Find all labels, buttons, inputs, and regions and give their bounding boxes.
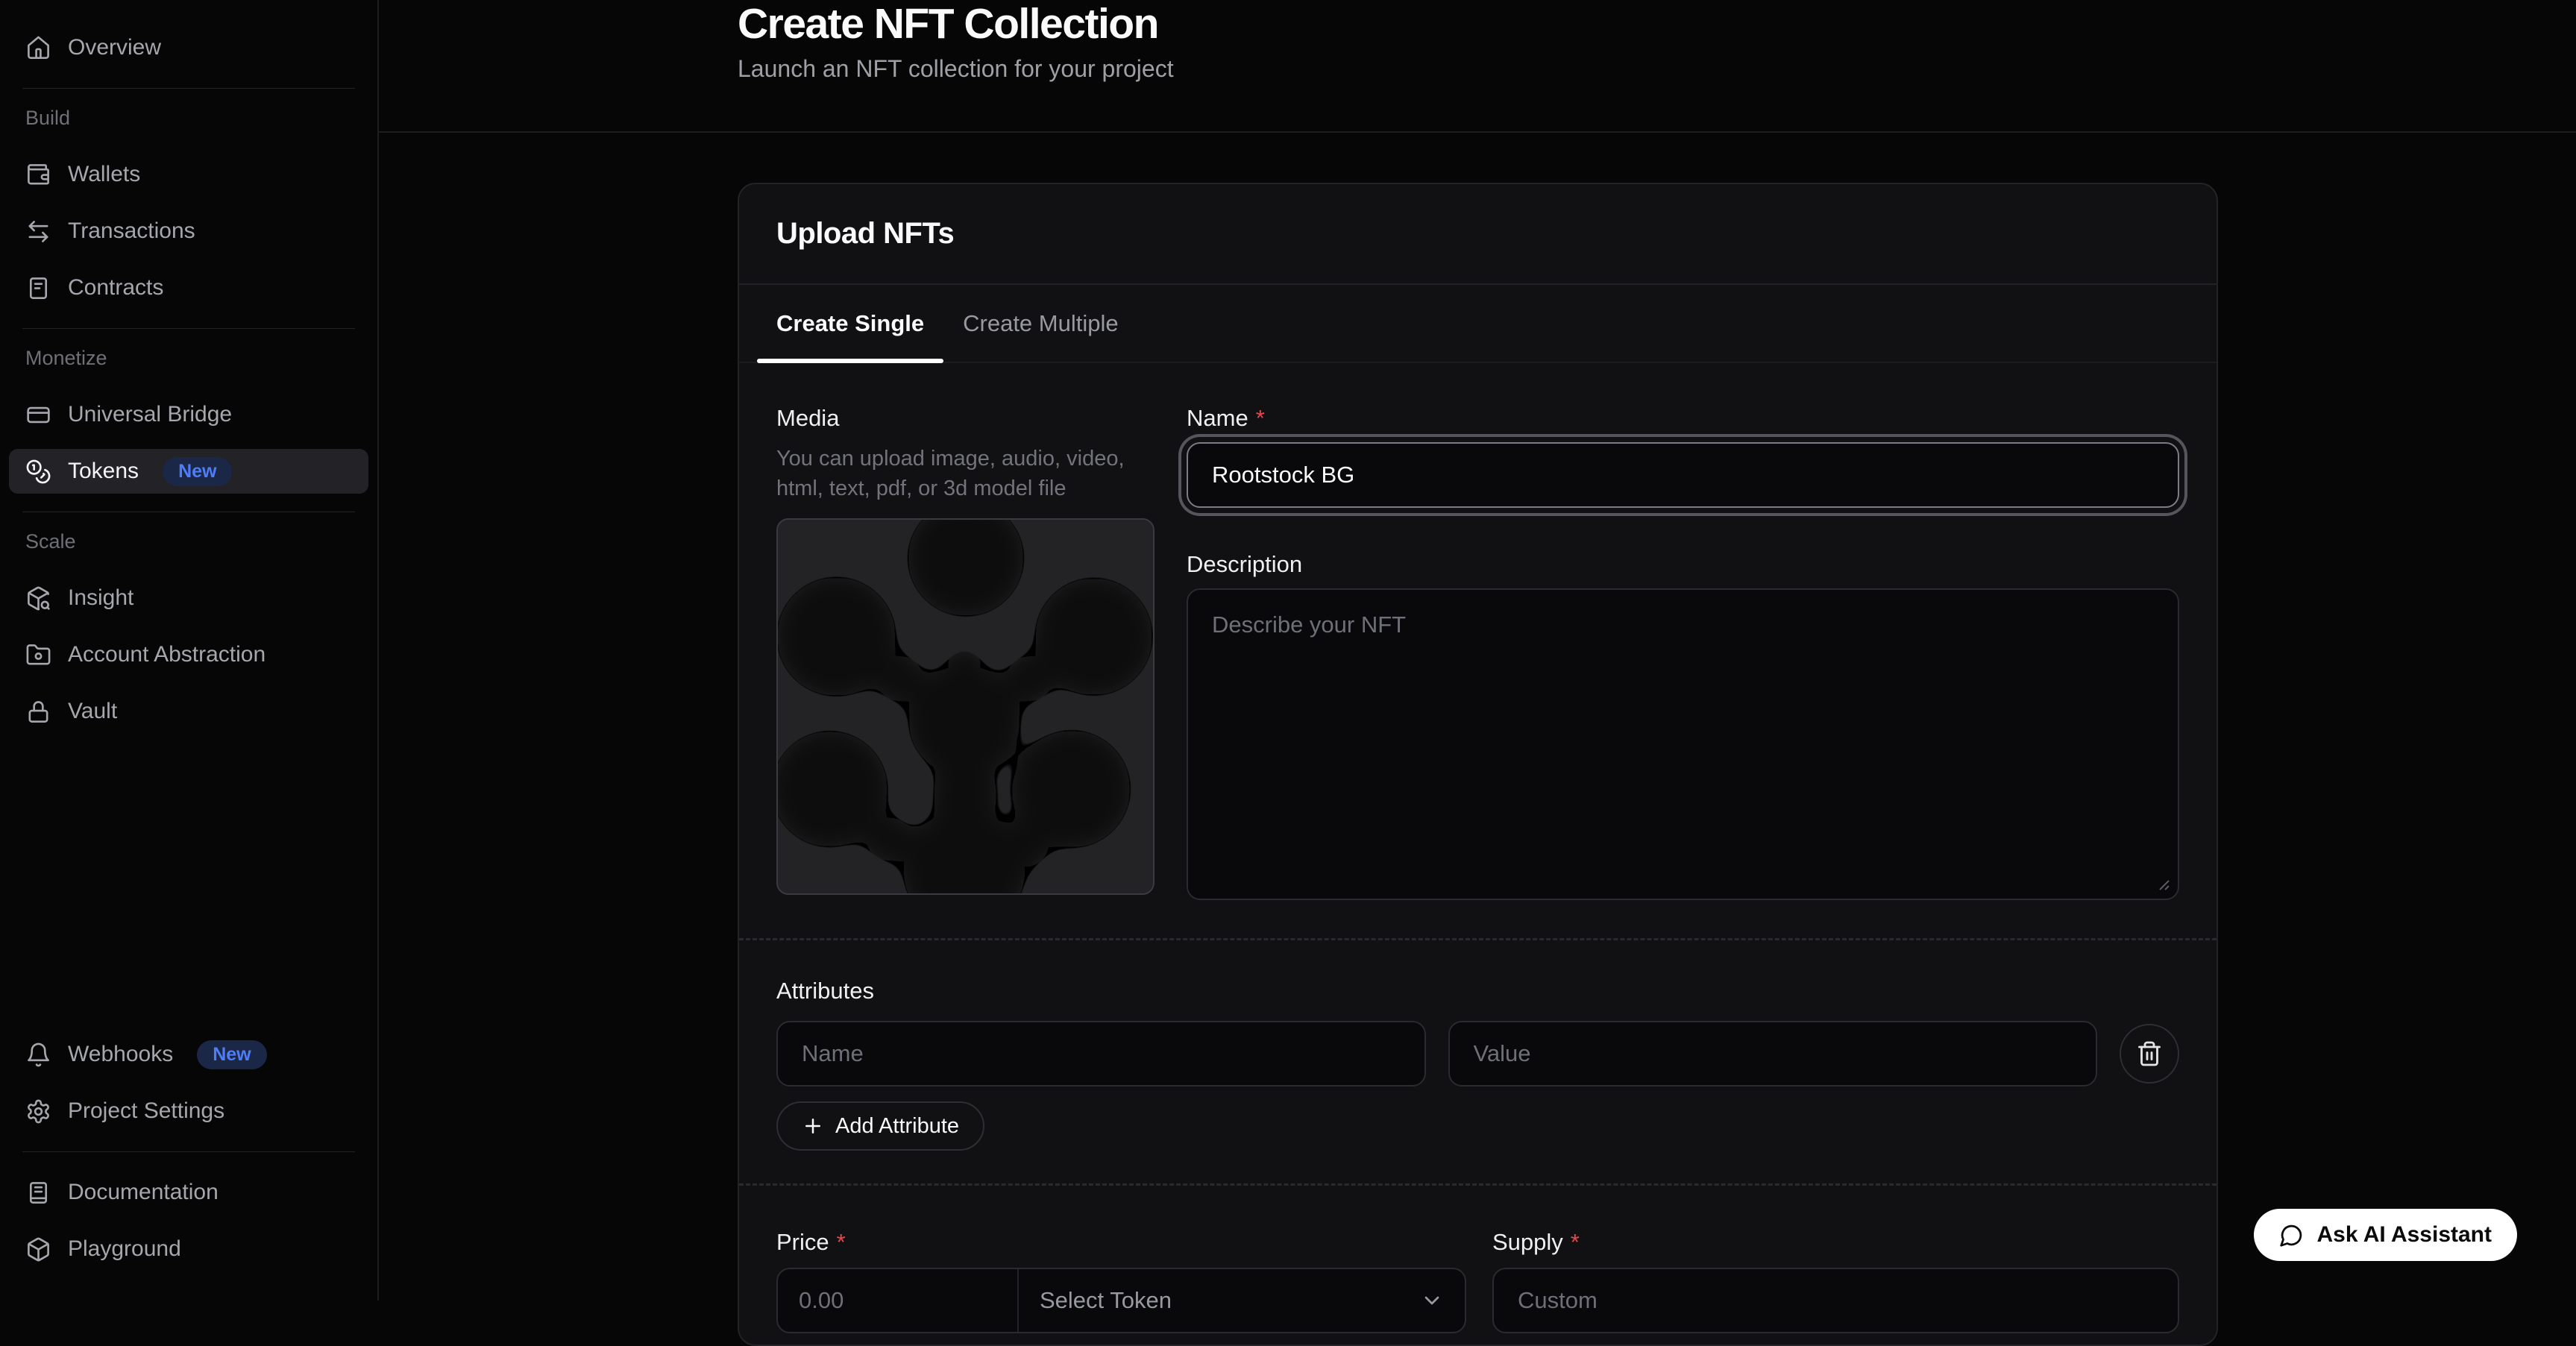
sidebar-divider — [22, 1151, 355, 1152]
lock-icon — [25, 699, 51, 725]
chat-bubble-icon — [2279, 1223, 2304, 1248]
price-amount-input[interactable] — [778, 1269, 1019, 1332]
supply-field-group: Supply * — [1492, 1229, 2179, 1333]
attribute-row — [776, 1021, 2179, 1086]
supply-label: Supply * — [1492, 1229, 2179, 1256]
sidebar-item-label: Vault — [68, 699, 117, 724]
required-asterisk: * — [1256, 405, 1265, 432]
sidebar-item-label: Universal Bridge — [68, 402, 232, 427]
supply-input[interactable] — [1492, 1268, 2179, 1333]
sidebar-item-project-settings[interactable]: Project Settings — [9, 1089, 368, 1133]
coins-icon — [25, 459, 51, 485]
card-header: Upload NFTs — [739, 184, 2217, 285]
sidebar-footer: Webhooks New Project Settings Documentat… — [9, 1032, 368, 1283]
new-badge: New — [197, 1040, 266, 1069]
tab-create-single[interactable]: Create Single — [757, 285, 943, 362]
chevron-down-icon — [1420, 1289, 1444, 1312]
required-asterisk: * — [837, 1229, 846, 1256]
home-icon — [25, 35, 51, 61]
token-select-label: Select Token — [1040, 1287, 1172, 1314]
attributes-section: Attributes Add Attribute — [739, 940, 2217, 1151]
sidebar-item-label: Project Settings — [68, 1098, 224, 1124]
bell-icon — [25, 1042, 51, 1068]
plus-icon — [802, 1115, 824, 1137]
media-upload-preview[interactable] — [776, 518, 1155, 895]
sidebar-item-label: Playground — [68, 1236, 181, 1262]
sidebar-item-label: Insight — [68, 585, 133, 611]
page-subtitle: Launch an NFT collection for your projec… — [738, 55, 2576, 83]
transactions-icon — [25, 218, 51, 245]
book-icon — [25, 1180, 51, 1206]
price-label: Price * — [776, 1229, 1466, 1256]
sidebar-item-label: Transactions — [68, 218, 195, 244]
sidebar: Overview Build Wallets Transactions Cont… — [0, 0, 379, 1301]
sidebar-item-label: Overview — [68, 35, 161, 60]
sidebar-item-documentation[interactable]: Documentation — [9, 1170, 368, 1215]
attribute-value-input[interactable] — [1448, 1021, 2098, 1086]
sidebar-item-playground[interactable]: Playground — [9, 1227, 368, 1271]
attributes-label: Attributes — [776, 978, 2179, 1004]
name-description-column: Name * Description — [1187, 405, 2179, 900]
delete-attribute-button[interactable] — [2120, 1024, 2179, 1084]
sidebar-divider — [22, 328, 355, 329]
cube-icon — [25, 1236, 51, 1262]
media-name-section: Media You can upload image, audio, video… — [739, 363, 2217, 900]
price-supply-section: Price * Select Token Supply * — [739, 1186, 2217, 1333]
sidebar-item-wallets[interactable]: Wallets — [9, 152, 368, 197]
upload-nfts-card: Upload NFTs Create Single Create Multipl… — [738, 183, 2218, 1346]
description-label: Description — [1187, 551, 2179, 578]
price-input-group: Select Token — [776, 1268, 1466, 1333]
sidebar-item-overview[interactable]: Overview — [9, 25, 368, 70]
sidebar-item-insight[interactable]: Insight — [9, 576, 368, 620]
sidebar-item-label: Documentation — [68, 1180, 219, 1205]
nft-name-input[interactable] — [1187, 442, 2179, 508]
sidebar-item-contracts[interactable]: Contracts — [9, 265, 368, 310]
sidebar-item-label: Wallets — [68, 162, 140, 187]
folder-dot-icon — [25, 642, 51, 668]
token-select-dropdown[interactable]: Select Token — [1019, 1269, 1465, 1332]
page-header: Create NFT Collection Launch an NFT coll… — [379, 0, 2576, 133]
tab-create-multiple[interactable]: Create Multiple — [943, 285, 1137, 362]
new-badge: New — [163, 457, 232, 486]
sidebar-item-account-abstraction[interactable]: Account Abstraction — [9, 632, 368, 677]
bridge-card-icon — [25, 402, 51, 428]
sidebar-divider — [22, 88, 355, 89]
sidebar-item-label: Contracts — [68, 275, 163, 301]
sidebar-item-transactions[interactable]: Transactions — [9, 209, 368, 254]
sidebar-item-label: Webhooks — [68, 1042, 173, 1067]
main-content: Create NFT Collection Launch an NFT coll… — [379, 0, 2576, 1346]
gear-icon — [25, 1098, 51, 1125]
trash-icon — [2136, 1040, 2163, 1067]
sidebar-item-webhooks[interactable]: Webhooks New — [9, 1032, 368, 1077]
sidebar-item-tokens[interactable]: Tokens New — [9, 449, 368, 494]
sidebar-item-label: Tokens — [68, 459, 139, 484]
add-attribute-button[interactable]: Add Attribute — [776, 1101, 984, 1151]
price-field-group: Price * Select Token — [776, 1229, 1466, 1333]
sidebar-item-vault[interactable]: Vault — [9, 689, 368, 734]
media-column: Media You can upload image, audio, video… — [776, 405, 1155, 900]
media-label: Media — [776, 405, 1155, 432]
sidebar-item-label: Account Abstraction — [68, 642, 266, 667]
nft-description-textarea[interactable] — [1187, 588, 2179, 900]
contract-icon — [25, 275, 51, 301]
required-asterisk: * — [1571, 1229, 1580, 1256]
card-title: Upload NFTs — [776, 217, 954, 251]
tab-bar: Create Single Create Multiple — [739, 285, 2217, 363]
page-title: Create NFT Collection — [738, 0, 2576, 46]
sidebar-section-label-monetize: Monetize — [25, 347, 352, 370]
attribute-name-input[interactable] — [776, 1021, 1426, 1086]
sidebar-item-universal-bridge[interactable]: Universal Bridge — [9, 392, 368, 437]
name-label: Name * — [1187, 405, 2179, 432]
sidebar-section-label-build: Build — [25, 107, 352, 130]
media-placeholder-pattern-image — [778, 520, 1153, 893]
sidebar-section-label-scale: Scale — [25, 530, 352, 553]
description-field-wrap — [1187, 588, 2179, 900]
ask-ai-assistant-button[interactable]: Ask AI Assistant — [2254, 1209, 2517, 1261]
media-description: You can upload image, audio, video, html… — [776, 444, 1155, 503]
box-search-icon — [25, 585, 51, 611]
wallet-icon — [25, 162, 51, 188]
